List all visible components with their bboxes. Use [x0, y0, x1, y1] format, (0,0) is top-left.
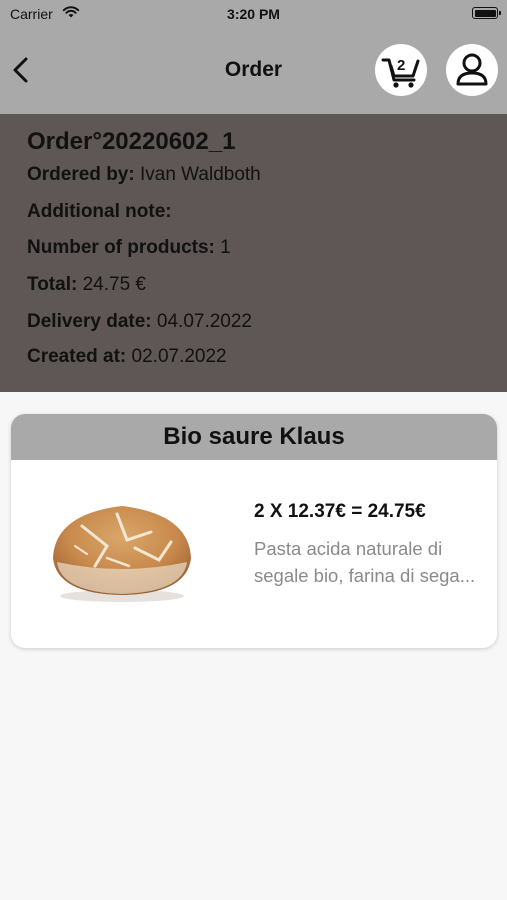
order-title: Order°20220602_1 — [27, 128, 236, 155]
cart-button[interactable]: 2 — [375, 44, 427, 96]
status-bar: Carrier 3:20 PM — [0, 0, 507, 30]
product-price-line: 2 X 12.37€ = 24.75€ — [254, 501, 426, 522]
number-of-products-value: 1 — [220, 237, 231, 258]
total-row: Total: 24.75 € — [27, 274, 146, 296]
number-of-products-row: Number of products: 1 — [27, 237, 231, 259]
product-name: Bio saure Klaus — [11, 414, 497, 460]
additional-note-row: Additional note: — [27, 201, 172, 223]
created-at-value: 02.07.2022 — [131, 346, 227, 367]
page-title: Order — [224, 58, 283, 81]
back-button[interactable] — [6, 52, 42, 88]
total-label: Total: — [27, 274, 78, 295]
created-at-label: Created at: — [27, 346, 127, 367]
additional-note-label: Additional note: — [27, 201, 172, 222]
profile-button[interactable] — [446, 44, 498, 96]
delivery-date-value: 04.07.2022 — [156, 311, 252, 332]
cart-count-badge: 2 — [397, 57, 406, 74]
ordered-by-value: Ivan Waldboth — [139, 164, 261, 185]
created-at-row: Created at: 02.07.2022 — [27, 346, 227, 368]
order-summary: Order°20220602_1 Ordered by: Ivan Waldbo… — [0, 114, 507, 392]
status-time: 3:20 PM — [227, 6, 280, 22]
ordered-by-row: Ordered by: Ivan Waldboth — [27, 164, 261, 186]
bread-image — [47, 496, 197, 606]
nav-bar: Order 2 — [0, 30, 507, 114]
delivery-date-label: Delivery date: — [27, 311, 152, 332]
battery-icon — [472, 7, 501, 19]
ordered-by-label: Ordered by: — [27, 164, 135, 185]
delivery-date-row: Delivery date: 04.07.2022 — [27, 311, 252, 333]
number-of-products-label: Number of products: — [27, 237, 215, 258]
chevron-left-icon — [13, 57, 28, 83]
product-card[interactable]: Bio saure Klaus 2 X 12.37€ = 24.75€ Past… — [11, 414, 497, 648]
total-value: 24.75 € — [82, 274, 146, 295]
user-icon — [456, 53, 488, 86]
product-description: Pasta acida naturale di segale bio, fari… — [254, 538, 476, 586]
